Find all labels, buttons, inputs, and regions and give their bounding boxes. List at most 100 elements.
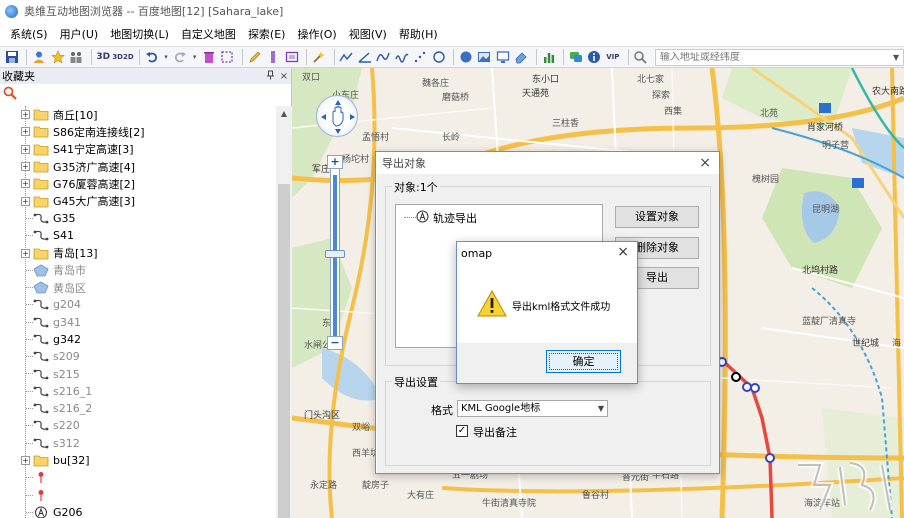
- user-icon[interactable]: [31, 49, 46, 66]
- tree-item[interactable]: 黄岛区: [0, 279, 276, 296]
- tree-item[interactable]: + S86定南连接线[2]: [0, 123, 276, 140]
- menu-custom-map[interactable]: 自定义地图: [175, 26, 242, 42]
- expand-toggle[interactable]: +: [21, 127, 30, 137]
- expand-toggle[interactable]: +: [21, 456, 30, 466]
- menu-user[interactable]: 用户(U): [54, 26, 105, 42]
- menu-help[interactable]: 帮助(H): [393, 26, 444, 42]
- vip-button[interactable]: VIP: [605, 49, 620, 66]
- chart-icon[interactable]: [541, 49, 556, 66]
- polyline-icon[interactable]: [339, 49, 354, 66]
- tree-item[interactable]: s220: [0, 417, 276, 434]
- chevron-down-icon[interactable]: ▼: [598, 401, 604, 416]
- tree-item[interactable]: G35: [0, 210, 276, 227]
- tree-scrollbar[interactable]: ▲: [276, 106, 292, 518]
- tree-item[interactable]: G206: [0, 504, 276, 518]
- layers-icon[interactable]: [458, 49, 473, 66]
- monitor-icon[interactable]: [495, 49, 510, 66]
- redo-icon[interactable]: [173, 49, 188, 66]
- tree-item[interactable]: S41: [0, 227, 276, 244]
- select-rect-icon[interactable]: [220, 49, 235, 66]
- menu-map-switch[interactable]: 地图切换(L): [104, 26, 175, 42]
- expand-toggle[interactable]: +: [21, 196, 30, 206]
- search-icon[interactable]: [632, 49, 647, 66]
- tree-item[interactable]: + bu[32]: [0, 452, 276, 469]
- angle-icon[interactable]: [357, 49, 372, 66]
- scroll-thumb[interactable]: [278, 184, 290, 518]
- zoom-in-button[interactable]: +: [327, 155, 343, 169]
- frame-icon[interactable]: [284, 49, 299, 66]
- pin-icon[interactable]: [263, 70, 277, 83]
- pan-hand-icon[interactable]: [317, 96, 359, 138]
- format-select[interactable]: KML Google地标 ▼: [457, 400, 608, 417]
- menu-explore[interactable]: 探索(E): [242, 26, 292, 42]
- tree-item[interactable]: + G35济广高速[4]: [0, 158, 276, 175]
- menu-operate[interactable]: 操作(O): [291, 26, 342, 42]
- zoom-slider-thumb[interactable]: [325, 250, 345, 258]
- tree-item[interactable]: s312: [0, 435, 276, 452]
- favorites-search[interactable]: [0, 84, 291, 102]
- search-icon[interactable]: [3, 86, 17, 100]
- address-search-field[interactable]: ▼: [654, 48, 904, 66]
- tree-item[interactable]: + 商丘[10]: [0, 106, 276, 123]
- menu-system[interactable]: 系统(S): [4, 26, 54, 42]
- close-icon[interactable]: ×: [617, 244, 629, 260]
- 3d-view-button[interactable]: 3D: [96, 49, 111, 66]
- magic-star-icon[interactable]: [311, 49, 326, 66]
- tree-item[interactable]: + 青岛[13]: [0, 244, 276, 261]
- format-label: 格式: [431, 404, 453, 417]
- export-note-checkbox[interactable]: ✓: [456, 425, 468, 437]
- pencil-icon[interactable]: [247, 49, 262, 66]
- set-object-button[interactable]: 设置对象: [615, 206, 699, 228]
- tree-item[interactable]: s216_1: [0, 383, 276, 400]
- people-group-icon[interactable]: [68, 49, 83, 66]
- tree-item[interactable]: g341: [0, 314, 276, 331]
- eraser-icon[interactable]: [514, 49, 529, 66]
- undo-dropdown-icon[interactable]: ▾: [162, 49, 169, 66]
- tree-item[interactable]: s215: [0, 365, 276, 382]
- close-icon[interactable]: ×: [277, 71, 291, 82]
- tree-item[interactable]: g204: [0, 296, 276, 313]
- tree-item[interactable]: s216_2: [0, 400, 276, 417]
- track-wave-icon[interactable]: [394, 49, 409, 66]
- info-icon[interactable]: [587, 49, 602, 66]
- tree-item[interactable]: s209: [0, 348, 276, 365]
- pan-control[interactable]: [316, 95, 358, 137]
- tree-item[interactable]: + G45大广高速[3]: [0, 192, 276, 209]
- tree-connector: [26, 373, 33, 375]
- image-icon[interactable]: [477, 49, 492, 66]
- tree-item[interactable]: + G76厦蓉高速[2]: [0, 175, 276, 192]
- tree-item[interactable]: [0, 487, 276, 504]
- scroll-up-icon[interactable]: ▲: [276, 106, 292, 122]
- circle-draw-icon[interactable]: [431, 49, 446, 66]
- chevron-down-icon[interactable]: ▼: [889, 50, 903, 65]
- tree-item[interactable]: [0, 469, 276, 486]
- address-search-input[interactable]: [659, 51, 890, 63]
- track-icon: [33, 385, 49, 398]
- tree-item-label: s215: [53, 367, 80, 381]
- track-icon: [33, 437, 49, 450]
- expand-toggle[interactable]: +: [21, 144, 30, 154]
- tree-item[interactable]: + S41宁定高速[3]: [0, 141, 276, 158]
- map-pin-icon: [33, 489, 49, 502]
- dotted-path-icon[interactable]: [412, 49, 427, 66]
- menu-view[interactable]: 视图(V): [343, 26, 393, 42]
- chat-icon[interactable]: [568, 49, 583, 66]
- object-list-item[interactable]: 轨迹导出: [433, 210, 477, 226]
- close-icon[interactable]: ×: [699, 155, 711, 171]
- expand-toggle[interactable]: +: [21, 110, 30, 120]
- expand-toggle[interactable]: +: [21, 179, 30, 189]
- expand-toggle[interactable]: +: [21, 162, 30, 172]
- tree-item[interactable]: g342: [0, 331, 276, 348]
- 3d-2d-toggle-button[interactable]: 3D2D: [112, 49, 133, 66]
- redo-dropdown-icon[interactable]: ▾: [191, 49, 198, 66]
- favorite-star-icon[interactable]: [50, 49, 65, 66]
- zoom-out-button[interactable]: −: [327, 336, 343, 350]
- delete-bin-icon[interactable]: [201, 49, 216, 66]
- curve-icon[interactable]: [376, 49, 391, 66]
- ruler-icon[interactable]: [266, 49, 281, 66]
- expand-toggle[interactable]: +: [21, 248, 30, 258]
- undo-icon[interactable]: [144, 49, 159, 66]
- ok-button[interactable]: 确定: [546, 350, 621, 373]
- save-icon[interactable]: [4, 49, 19, 66]
- tree-item[interactable]: 青岛市: [0, 262, 276, 279]
